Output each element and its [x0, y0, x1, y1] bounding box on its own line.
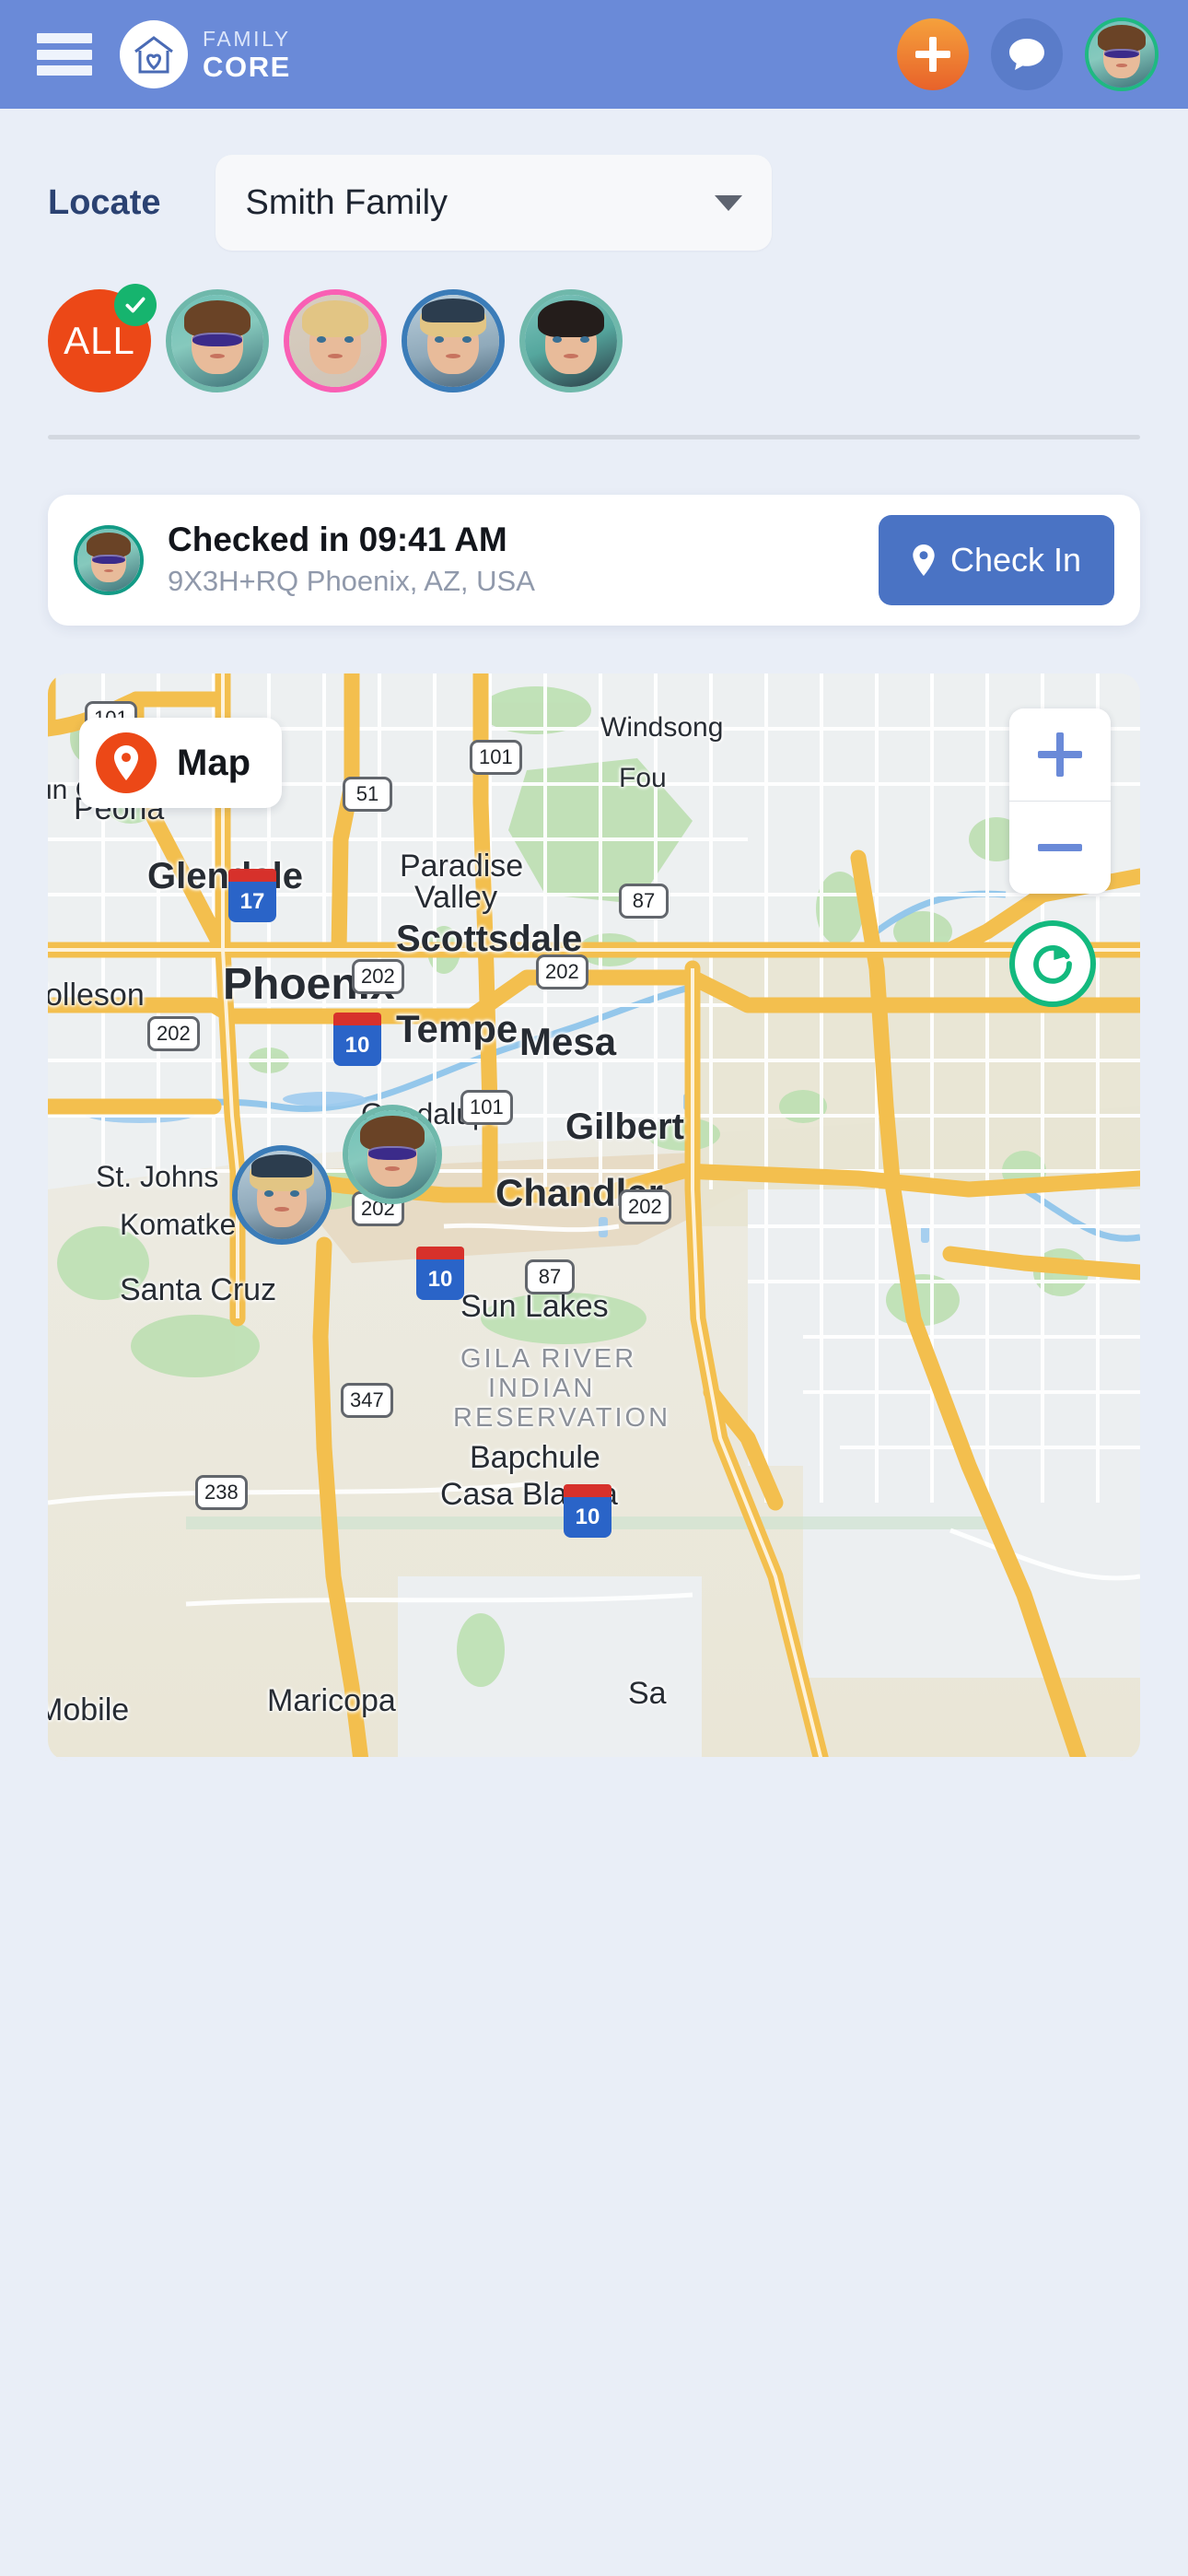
- add-button[interactable]: [897, 18, 969, 90]
- map-refresh-button[interactable]: [1009, 920, 1096, 1007]
- check-in-button[interactable]: Check In: [879, 515, 1114, 605]
- member-filter-dad[interactable]: [166, 289, 269, 392]
- zoom-out-button[interactable]: [1009, 802, 1111, 894]
- plus-icon: [915, 37, 950, 72]
- app-header: FAMILY CORE: [0, 0, 1188, 109]
- hamburger-bar: [37, 33, 92, 43]
- map-type-badge[interactable]: Map: [79, 718, 282, 808]
- family-select-value: Smith Family: [245, 182, 448, 222]
- app-logo[interactable]: FAMILY CORE: [120, 20, 291, 88]
- chat-button[interactable]: [991, 18, 1063, 90]
- checkin-card: Checked in 09:41 AM 9X3H+RQ Phoenix, AZ,…: [48, 495, 1140, 626]
- hamburger-bar: [37, 49, 92, 60]
- minus-icon: [1038, 844, 1082, 851]
- profile-avatar[interactable]: [1085, 18, 1159, 91]
- member-filter-row: ALL: [0, 251, 1188, 392]
- page-title: Locate: [48, 182, 161, 222]
- member-filter-girl[interactable]: [284, 289, 387, 392]
- checkin-location: 9X3H+RQ Phoenix, AZ, USA: [168, 564, 535, 597]
- location-pin-icon: [96, 732, 157, 793]
- hamburger-bar: [37, 65, 92, 76]
- member-all-label: ALL: [64, 319, 135, 362]
- chat-bubble-icon: [1009, 39, 1044, 70]
- member-filter-boy[interactable]: [402, 289, 505, 392]
- member-filter-all[interactable]: ALL: [48, 284, 157, 392]
- checkin-avatar: [74, 525, 144, 595]
- family-select[interactable]: Smith Family: [215, 155, 773, 251]
- refresh-icon: [1033, 945, 1072, 984]
- location-pin-icon: [913, 544, 935, 576]
- check-in-button-label: Check In: [949, 541, 1082, 579]
- boy-marker[interactable]: [232, 1145, 332, 1245]
- map-zoom-controls: [1009, 708, 1111, 894]
- checkin-text: Checked in 09:41 AM 9X3H+RQ Phoenix, AZ,…: [168, 521, 879, 598]
- member-filter-mom[interactable]: [519, 289, 623, 392]
- zoom-in-button[interactable]: [1009, 708, 1111, 801]
- dad-marker[interactable]: [343, 1105, 442, 1204]
- house-heart-icon: [120, 20, 188, 88]
- chevron-down-icon: [715, 194, 743, 211]
- map-card[interactable]: Map Windsongun CityPeoriaGlendaleParadis…: [48, 673, 1140, 1761]
- locate-row: Locate Smith Family: [0, 109, 1188, 251]
- map-canvas: [48, 673, 1140, 1761]
- logo-line-family: FAMILY: [203, 26, 291, 51]
- section-divider: [48, 435, 1140, 439]
- checkin-status: Checked in 09:41 AM: [168, 521, 507, 559]
- logo-line-core: CORE: [203, 50, 291, 83]
- hamburger-menu-icon[interactable]: [37, 33, 92, 76]
- header-actions: [897, 18, 1159, 91]
- map-badge-label: Map: [177, 742, 250, 783]
- check-icon: [114, 284, 157, 326]
